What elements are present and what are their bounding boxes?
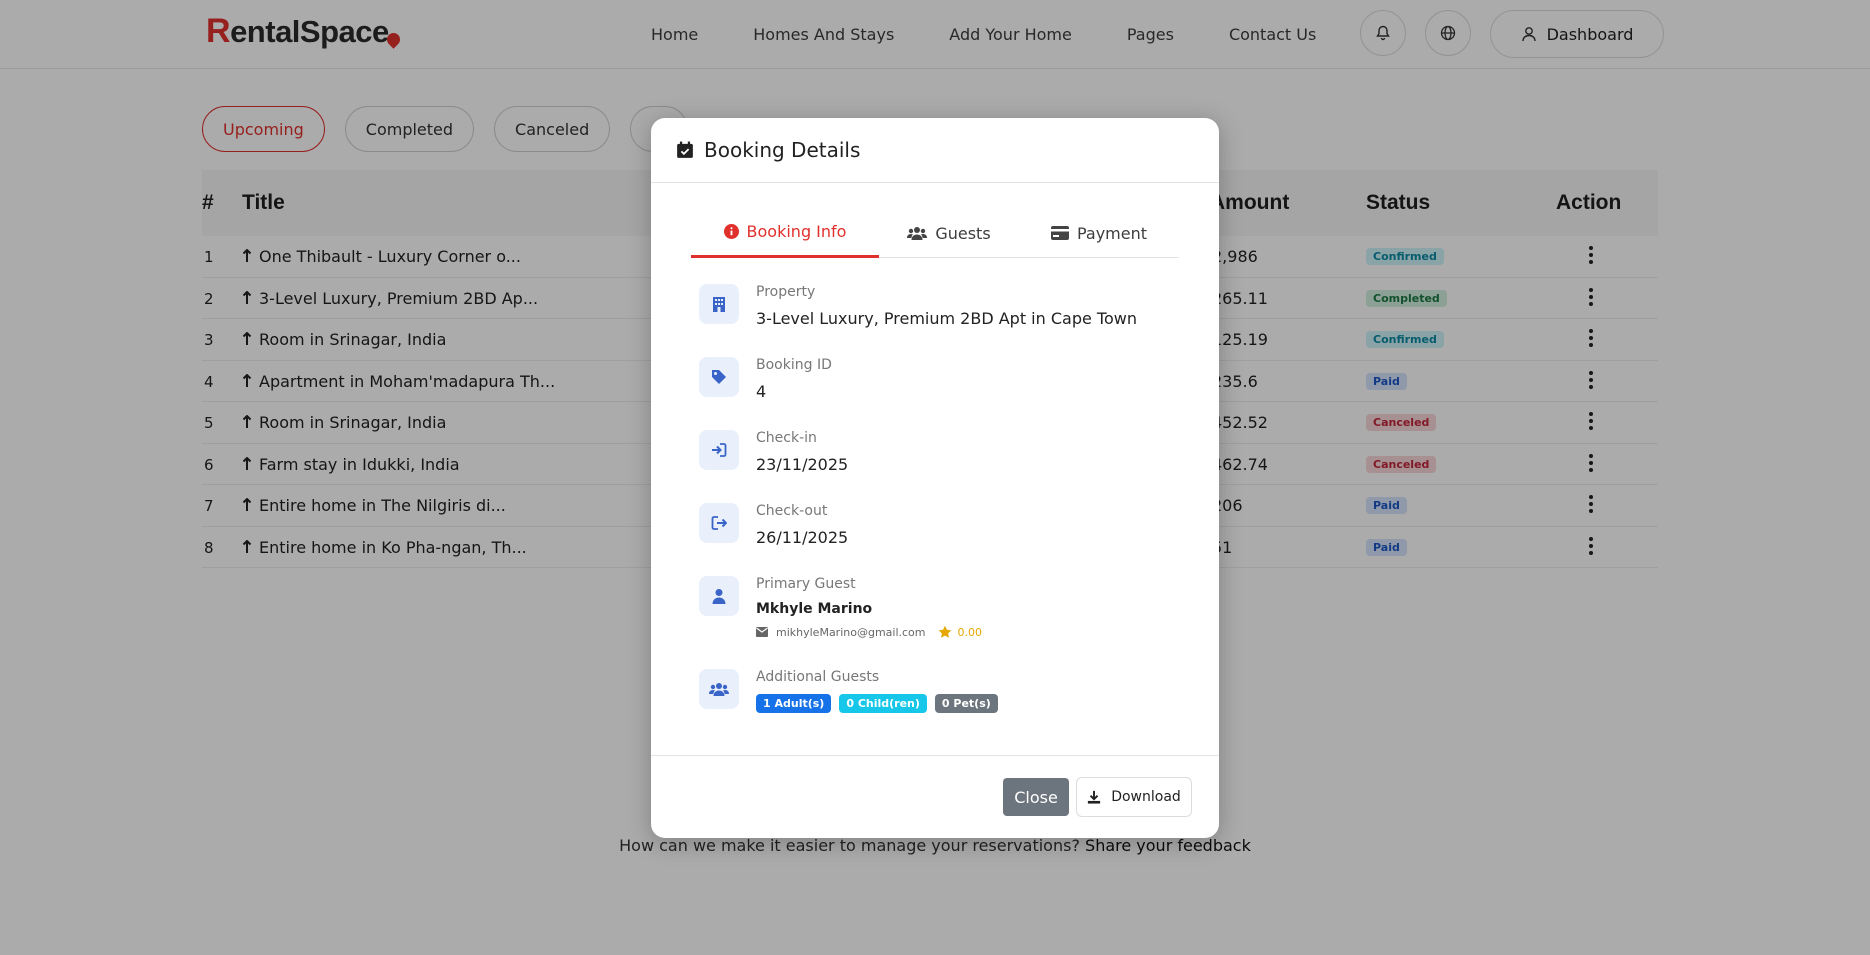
check-out-value: 26/11/2025 [756, 528, 849, 547]
booking-id-label: Booking ID [756, 357, 832, 373]
building-icon [699, 284, 739, 324]
envelope-icon [756, 627, 768, 637]
info-circle-icon [723, 224, 739, 239]
guest-rating-value: 0.00 [957, 625, 983, 639]
sign-in-icon [699, 430, 739, 470]
modal-tabs: Booking Info Guests Payment [691, 208, 1179, 258]
close-button[interactable]: Close [1003, 778, 1069, 816]
tab-label: Payment [1076, 223, 1148, 243]
tab-payment[interactable]: Payment [1019, 208, 1179, 258]
download-button[interactable]: Download [1076, 777, 1192, 817]
additional-guests-label: Additional Guests [756, 669, 880, 685]
guest-rating: 0.00 [938, 625, 983, 639]
download-label: Download [1111, 789, 1181, 805]
adults-badge: 1 Adult(s) [756, 694, 832, 713]
download-icon [1088, 790, 1101, 804]
check-out-label: Check-out [756, 503, 828, 519]
children-badge: 0 Child(ren) [839, 694, 927, 713]
tag-icon [699, 357, 739, 397]
primary-guest-name: Mkhyle Marino [756, 601, 873, 617]
star-icon [938, 625, 951, 638]
modal-title: Booking Details [704, 138, 861, 162]
primary-guest-label: Primary Guest [756, 576, 856, 592]
modal-header: Booking Details [651, 118, 1219, 183]
check-in-value: 23/11/2025 [756, 455, 849, 474]
primary-guest-meta: mikhyleMarino@gmail.com 0.00 [756, 625, 982, 639]
tab-label: Guests [935, 223, 991, 243]
tab-label: Booking Info [746, 222, 847, 241]
users-icon [699, 669, 739, 709]
calendar-check-icon [677, 141, 693, 158]
tab-booking-info[interactable]: Booking Info [691, 208, 879, 258]
credit-card-icon [1050, 226, 1069, 240]
users-icon [907, 226, 928, 240]
primary-guest-email[interactable]: mikhyleMarino@gmail.com [776, 626, 926, 639]
property-value: 3-Level Luxury, Premium 2BD Apt in Cape … [756, 309, 1137, 328]
modal-footer: Close Download [651, 755, 1219, 838]
property-label: Property [756, 284, 816, 300]
check-in-label: Check-in [756, 430, 817, 446]
guest-badges: 1 Adult(s) 0 Child(ren) 0 Pet(s) [756, 694, 998, 713]
user-icon [699, 576, 739, 616]
sign-out-icon [699, 503, 739, 543]
pets-badge: 0 Pet(s) [934, 694, 998, 713]
booking-details-modal: Booking Details Booking Info Guests Paym… [651, 118, 1219, 838]
booking-id-value: 4 [756, 382, 767, 401]
tab-guests[interactable]: Guests [879, 208, 1019, 258]
